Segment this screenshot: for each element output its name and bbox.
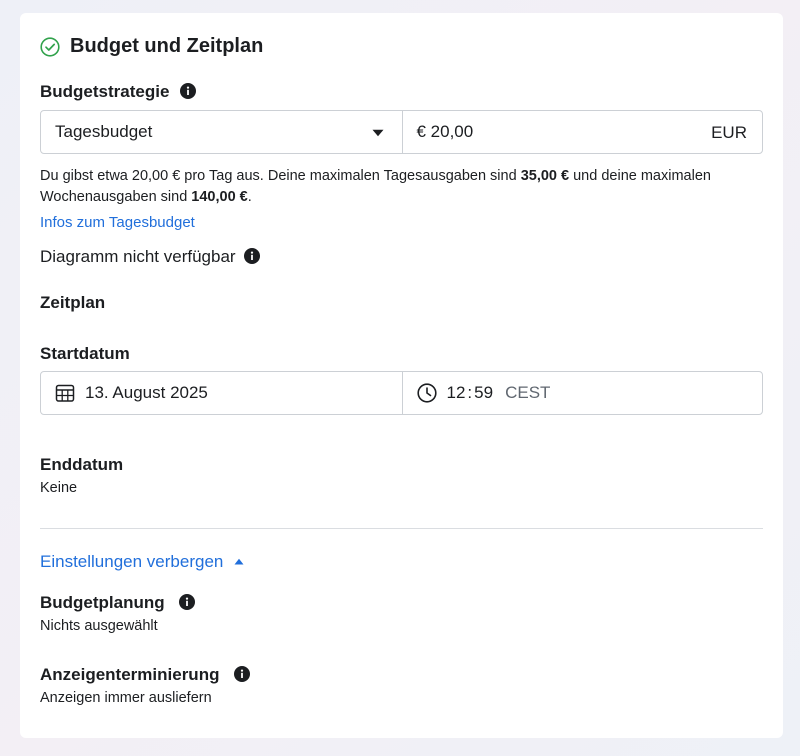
section-title: Budget und Zeitplan [70, 35, 264, 57]
budget-amount-value: € 20,00 [416, 122, 474, 141]
budget-planning-value: Nichts ausgewählt [40, 618, 158, 634]
daily-budget-info-link[interactable]: Infos zum Tagesbudget [40, 214, 195, 231]
budget-desc-max-daily: 35,00 € [520, 168, 570, 184]
budget-desc-max-weekly: 140,00 € [191, 189, 248, 205]
section-header: Budget und Zeitplan [40, 35, 263, 58]
caret-up-icon [234, 558, 244, 565]
start-date-label: Startdatum [40, 344, 130, 363]
budget-schedule-card: Budget und Zeitplan Budgetstrategie Tage… [20, 13, 783, 738]
budget-planning-label: Budgetplanung [40, 593, 196, 613]
budget-strategy-value: Tagesbudget [55, 122, 153, 141]
time-separator: : [467, 383, 473, 402]
currency-label: EUR [711, 123, 747, 142]
divider [40, 528, 763, 529]
ad-scheduling-value: Anzeigen immer ausliefern [40, 690, 212, 706]
ad-scheduling-label-text: Anzeigenterminierung [40, 665, 220, 684]
start-time-input[interactable]: 12 : 59 CEST [401, 372, 763, 414]
start-date-input[interactable]: 13. August 2025 [41, 372, 402, 414]
budget-strategy-label-text: Budgetstrategie [40, 82, 170, 101]
budget-strategy-label: Budgetstrategie [40, 82, 197, 102]
calendar-icon [55, 384, 75, 402]
budget-desc-part1: Du gibst etwa 20,00 € pro Tag aus. Deine… [40, 168, 521, 184]
end-date-label: Enddatum [40, 455, 124, 474]
start-minute[interactable]: 59 [474, 383, 493, 403]
clock-icon [416, 383, 437, 403]
start-date-value: 13. August 2025 [85, 383, 208, 402]
check-circle-icon [40, 36, 60, 57]
info-icon[interactable] [180, 83, 197, 99]
end-date-value: Keine [40, 480, 78, 496]
schedule-heading: Zeitplan [40, 293, 106, 312]
hide-settings-label: Einstellungen verbergen [40, 552, 224, 571]
info-icon[interactable] [179, 594, 196, 610]
budget-input-row: Tagesbudget € 20,00 EUR [40, 110, 763, 154]
hide-settings-toggle[interactable]: Einstellungen verbergen [40, 552, 244, 572]
budget-amount-input[interactable]: € 20,00 EUR [401, 111, 763, 153]
budget-planning-label-text: Budgetplanung [40, 593, 165, 612]
chart-unavailable: Diagramm nicht verfügbar [40, 247, 261, 267]
budget-strategy-select[interactable]: Tagesbudget [41, 111, 402, 153]
start-hour[interactable]: 12 [447, 383, 466, 403]
budget-desc-part3: . [247, 189, 252, 205]
budget-description: Du gibst etwa 20,00 € pro Tag aus. Deine… [40, 166, 770, 208]
start-date-row: 13. August 2025 12 : 59 CEST [40, 371, 763, 415]
timezone-label: CEST [505, 383, 551, 402]
info-icon[interactable] [234, 666, 251, 682]
ad-scheduling-label: Anzeigenterminierung [40, 665, 251, 685]
caret-down-icon [372, 129, 383, 137]
chart-unavailable-text: Diagramm nicht verfügbar [40, 247, 236, 266]
info-icon[interactable] [244, 248, 261, 264]
